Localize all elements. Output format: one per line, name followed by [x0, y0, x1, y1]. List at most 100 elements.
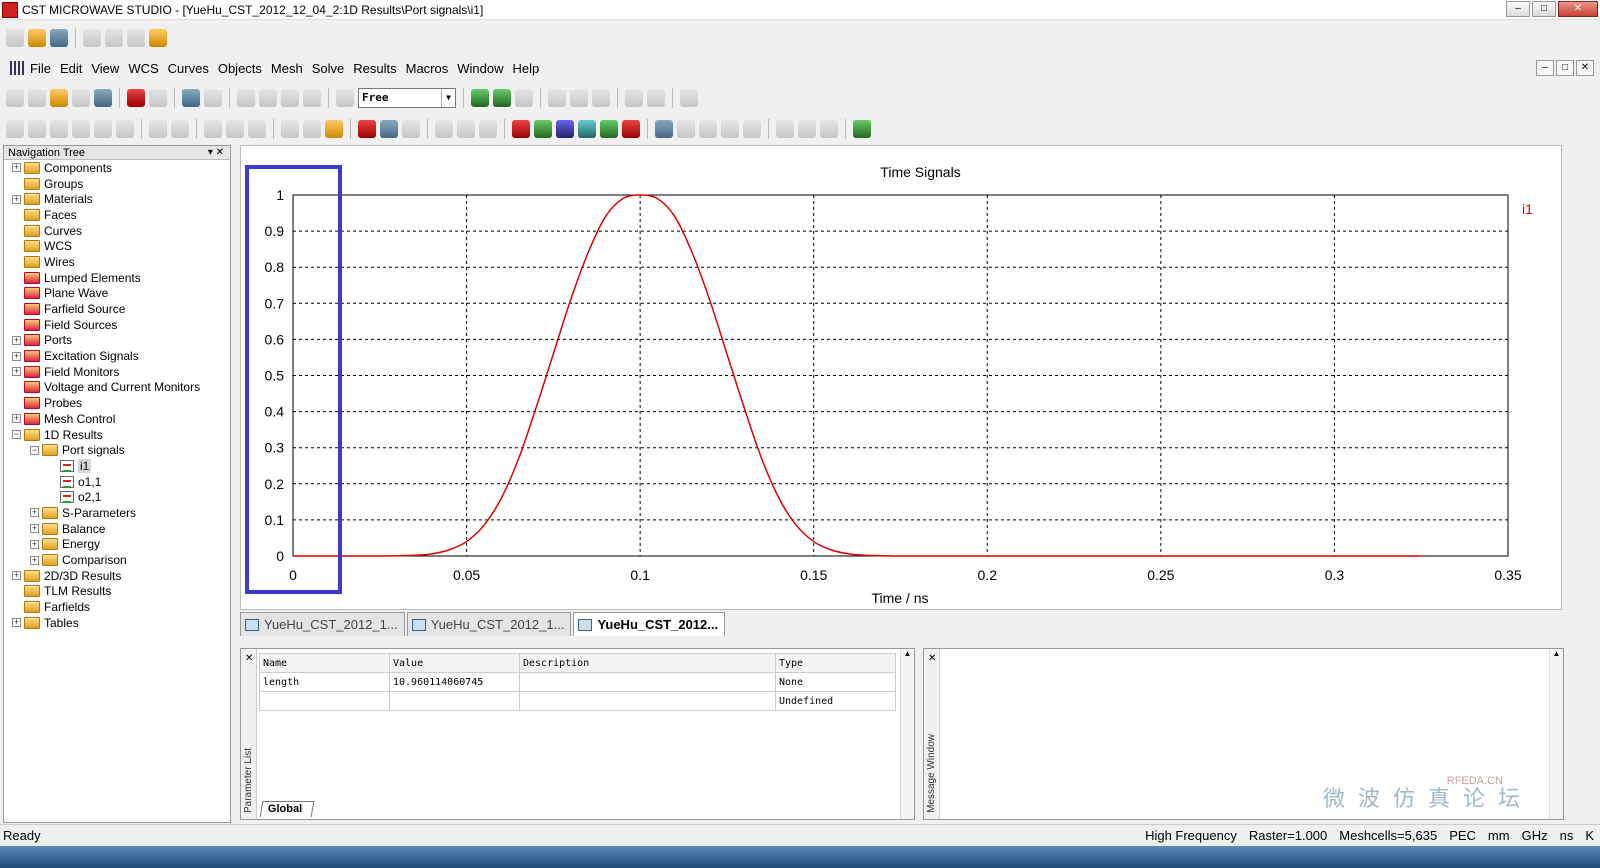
pane-close-icon[interactable]: ▾ ✕	[208, 146, 224, 160]
background-icon[interactable]	[402, 120, 420, 138]
solver-tlm-icon[interactable]	[622, 120, 640, 138]
solver-a-icon[interactable]	[600, 120, 618, 138]
tree-item-excitation-signals[interactable]: + Excitation Signals	[4, 348, 230, 364]
tree-item-balance[interactable]: + Balance	[4, 521, 230, 537]
message-scrollbar[interactable]: ▲	[1549, 649, 1563, 819]
menu-wcs[interactable]: WCS	[128, 61, 158, 76]
animation-icon[interactable]	[798, 120, 816, 138]
result-3d-icon[interactable]	[699, 120, 717, 138]
help-icon[interactable]	[105, 29, 123, 47]
monitor-icon[interactable]	[457, 120, 475, 138]
result-1d-icon[interactable]	[655, 120, 673, 138]
doc-tab-2[interactable]: YueHu_CST_2012_1...	[406, 612, 572, 636]
expand-icon[interactable]: +	[30, 508, 39, 518]
expand-icon[interactable]: +	[30, 524, 39, 534]
tree-item-curves[interactable]: Curves	[4, 223, 230, 239]
transform-icon[interactable]	[548, 89, 566, 107]
chamfer-icon[interactable]	[226, 120, 244, 138]
expand-icon[interactable]: +	[12, 618, 21, 628]
tree-item-port-signals[interactable]: − Port signals	[4, 442, 230, 458]
col-name[interactable]: Name	[259, 653, 390, 673]
menu-curves[interactable]: Curves	[168, 61, 209, 76]
close-icon[interactable]: ✕	[928, 653, 936, 664]
cylinder-icon[interactable]	[50, 120, 68, 138]
mdi-close-button[interactable]: ✕	[1576, 60, 1594, 76]
mesh-view-icon[interactable]	[515, 89, 533, 107]
tree-item-i1[interactable]: i1	[4, 458, 230, 474]
tree-item-1d-results[interactable]: − 1D Results	[4, 427, 230, 443]
farfield-icon[interactable]	[776, 120, 794, 138]
result-smith-icon[interactable]	[743, 120, 761, 138]
tree-item-probes[interactable]: Probes	[4, 395, 230, 411]
tree-item-mesh-control[interactable]: + Mesh Control	[4, 411, 230, 427]
collapse-icon[interactable]: −	[12, 430, 21, 440]
sphere-icon[interactable]	[28, 120, 46, 138]
parameter-scrollbar[interactable]: ▲	[900, 649, 914, 819]
solver-i-icon[interactable]	[578, 120, 596, 138]
extrude-icon[interactable]	[116, 120, 134, 138]
view-options-icon[interactable]	[149, 89, 167, 107]
probe-icon[interactable]	[479, 120, 497, 138]
tree-item-wcs[interactable]: WCS	[4, 238, 230, 254]
grid-icon[interactable]	[204, 89, 222, 107]
open-file-icon[interactable]	[28, 29, 46, 47]
solver-e-icon[interactable]	[556, 120, 574, 138]
close-icon[interactable]: ✕	[245, 653, 253, 664]
minimize-button[interactable]: –	[1506, 1, 1530, 17]
zoom-window-icon[interactable]	[94, 89, 112, 107]
cone-icon[interactable]	[72, 120, 90, 138]
expand-icon[interactable]: +	[30, 555, 39, 565]
boundary-icon[interactable]	[358, 120, 376, 138]
tree-item-components[interactable]: + Components	[4, 160, 230, 176]
menu-window[interactable]: Window	[457, 61, 503, 76]
clear-picks-icon[interactable]	[336, 89, 354, 107]
menu-view[interactable]: View	[91, 61, 119, 76]
expand-icon[interactable]: +	[12, 351, 21, 361]
tree-item-tlm-results[interactable]: TLM Results	[4, 584, 230, 600]
expand-icon[interactable]: +	[30, 539, 39, 549]
rotate-icon[interactable]	[6, 89, 24, 107]
results-nav-icon[interactable]	[820, 120, 838, 138]
time-signals-chart[interactable]: 0 0.05 0.1 0.15 0.2 0.25 0.3 0.35 0 0.1 0.2 0.3 0.4 0…	[241, 146, 1563, 611]
expand-icon[interactable]: +	[12, 571, 21, 581]
tree-item-faces[interactable]: Faces	[4, 207, 230, 223]
trace-icon[interactable]	[281, 120, 299, 138]
tab-global[interactable]: Global	[259, 801, 315, 817]
table-row[interactable]: Undefined	[259, 691, 896, 711]
tree-item-materials[interactable]: + Materials	[4, 191, 230, 207]
blend-icon[interactable]	[204, 120, 222, 138]
menu-solve[interactable]: Solve	[312, 61, 345, 76]
tree-item-comparison[interactable]: + Comparison	[4, 552, 230, 568]
plot-window[interactable]: 0 0.05 0.1 0.15 0.2 0.25 0.3 0.35 0 0.1 0.2 0.3 0.4 0…	[240, 145, 1562, 610]
tree-item-field-sources[interactable]: Field Sources	[4, 317, 230, 333]
tree-item-ports[interactable]: + Ports	[4, 333, 230, 349]
waveguide-port-icon[interactable]	[325, 120, 343, 138]
port-icon[interactable]	[303, 120, 321, 138]
expand-icon[interactable]: +	[12, 194, 21, 204]
menu-objects[interactable]: Objects	[218, 61, 262, 76]
mesh-icon[interactable]	[471, 89, 489, 107]
tree-item-lumped-elements[interactable]: Lumped Elements	[4, 270, 230, 286]
rotate-view-icon[interactable]	[28, 89, 46, 107]
menu-help[interactable]: Help	[512, 61, 539, 76]
tree-item-plane-wave[interactable]: Plane Wave	[4, 286, 230, 302]
tree-item-voltage-and-current-monitors[interactable]: Voltage and Current Monitors	[4, 380, 230, 396]
menu-results[interactable]: Results	[353, 61, 396, 76]
reset-view-icon[interactable]	[127, 89, 145, 107]
brick-icon[interactable]	[6, 120, 24, 138]
tree-item-tables[interactable]: + Tables	[4, 615, 230, 631]
expand-icon[interactable]: +	[12, 367, 21, 377]
close-button[interactable]: ✕	[1558, 1, 1598, 17]
save-icon[interactable]	[50, 29, 68, 47]
table-row[interactable]: length 10.960114060745 None	[259, 672, 896, 692]
new-file-icon[interactable]	[6, 29, 24, 47]
tree-item-o1-1[interactable]: o1,1	[4, 474, 230, 490]
mode-combo[interactable]: Free ▼	[358, 88, 456, 108]
mirror-icon[interactable]	[592, 89, 610, 107]
boolean-icon[interactable]	[625, 89, 643, 107]
tree-item-s-parameters[interactable]: + S-Parameters	[4, 505, 230, 521]
doc-tab-1[interactable]: YueHu_CST_2012_1...	[240, 612, 405, 636]
col-description[interactable]: Description	[519, 653, 776, 673]
shape-icon[interactable]	[237, 89, 255, 107]
tree-item-groups[interactable]: Groups	[4, 176, 230, 192]
